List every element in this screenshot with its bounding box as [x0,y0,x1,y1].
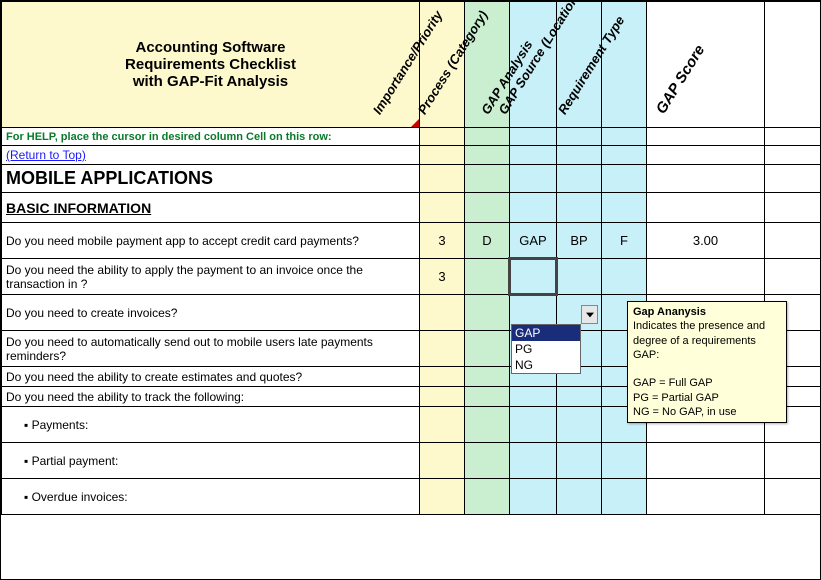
cell-source[interactable]: BP [557,223,602,259]
requirement-text[interactable]: ▪ Overdue invoices: [2,479,420,515]
section-title: MOBILE APPLICATIONS [2,165,420,193]
cell-source[interactable] [557,259,602,295]
cell-gap[interactable]: GAP [510,223,557,259]
requirement-text[interactable]: ▪ Payments: [2,407,420,443]
app-window: Accounting Software Requirements Checkli… [0,0,821,580]
title-line-3: with GAP-Fit Analysis [133,73,288,90]
dropdown-option-pg[interactable]: PG [512,341,580,357]
dropdown-option-ng[interactable]: NG [512,357,580,373]
requirement-text[interactable]: Do you need to automatically send out to… [2,331,420,367]
table-row: Do you need the ability to apply the pay… [2,259,821,295]
help-cell-score [647,128,765,146]
help-cell-extra [765,128,821,146]
dropdown-option-gap[interactable]: GAP [512,325,580,341]
cell-process[interactable] [465,259,510,295]
tooltip-title: Gap Ananysis [633,305,781,319]
requirement-text[interactable]: Do you need the ability to create estima… [2,367,420,387]
cell-importance[interactable]: 3 [420,259,465,295]
gap-analysis-tooltip: Gap Ananysis Indicates the presence and … [627,301,787,423]
cell-score[interactable]: 3.00 [647,223,765,259]
cell-importance[interactable]: 3 [420,223,465,259]
table-row: Do you need mobile payment app to accept… [2,223,821,259]
cell-comment-indicator [411,119,419,127]
help-cell-process[interactable] [465,128,510,146]
help-cell-source[interactable] [557,128,602,146]
gap-dropdown-list[interactable]: GAP PG NG [511,324,581,374]
col-extra [765,2,821,128]
requirement-text[interactable]: ▪ Partial payment: [2,443,420,479]
cell-reqtype[interactable]: F [602,223,647,259]
cell-process[interactable]: D [465,223,510,259]
cell-gap-active[interactable] [510,259,557,295]
title-cell: Accounting Software Requirements Checkli… [2,2,420,128]
cell-score[interactable] [647,259,765,295]
chevron-down-icon [586,312,594,318]
title-line-2: Requirements Checklist [125,56,296,73]
requirement-text[interactable]: Do you need the ability to track the fol… [2,387,420,407]
help-cell-importance[interactable] [420,128,465,146]
help-text: For HELP, place the cursor in desired co… [2,128,420,146]
table-row: ▪ Overdue invoices: [2,479,821,515]
subsection-row: BASIC INFORMATION [2,193,821,223]
tooltip-line: PG = Partial GAP [633,391,781,405]
table-row: ▪ Partial payment: [2,443,821,479]
header-row: Accounting Software Requirements Checkli… [2,2,821,128]
col-score-label: GAP Score [652,42,708,117]
help-row: For HELP, place the cursor in desired co… [2,128,821,146]
tooltip-line: Indicates the presence and degree of a r… [633,319,781,362]
col-score: GAP Score [647,2,765,128]
col-reqtype: Requirement Type [602,2,647,128]
checklist-table: Accounting Software Requirements Checkli… [1,1,821,515]
tooltip-line: GAP = Full GAP [633,376,781,390]
cell-reqtype[interactable] [602,259,647,295]
return-row: (Return to Top) [2,146,821,165]
requirement-text[interactable]: Do you need to create invoices? [2,295,420,331]
help-cell-gap[interactable] [510,128,557,146]
title-line-1: Accounting Software [135,39,285,56]
section-row: MOBILE APPLICATIONS [2,165,821,193]
requirement-text[interactable]: Do you need mobile payment app to accept… [2,223,420,259]
requirement-text[interactable]: Do you need the ability to apply the pay… [2,259,420,295]
subsection-title: BASIC INFORMATION [2,193,420,223]
help-cell-reqtype[interactable] [602,128,647,146]
return-to-top-link[interactable]: (Return to Top) [6,148,86,162]
tooltip-line: NG = No GAP, in use [633,405,781,419]
return-cell: (Return to Top) [2,146,420,165]
dropdown-arrow-button[interactable] [581,305,598,324]
